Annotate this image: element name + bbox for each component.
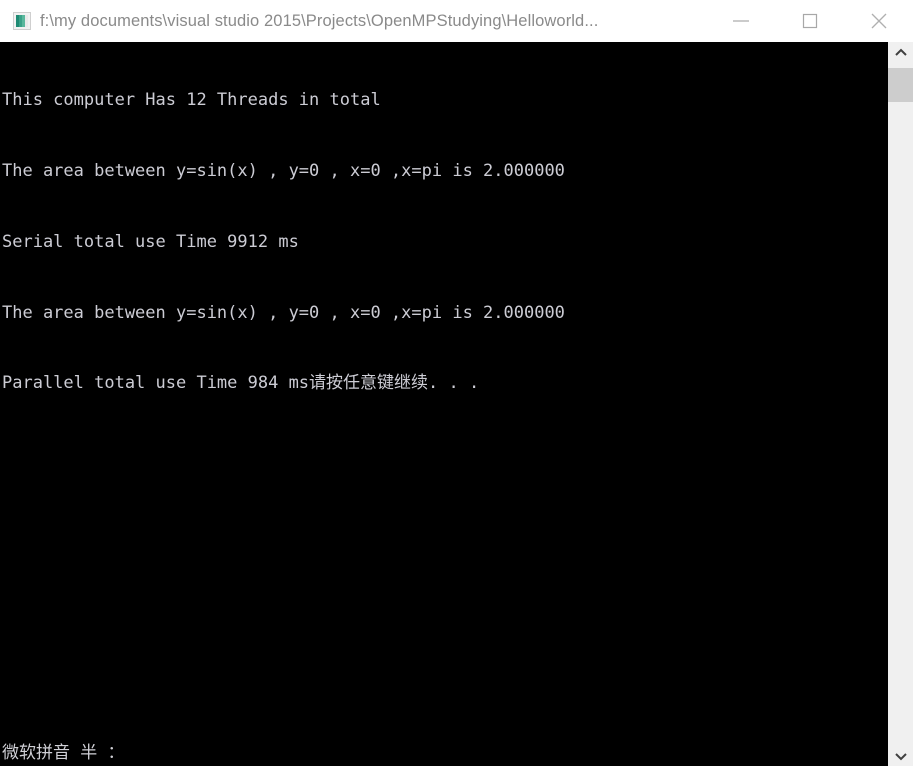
minimize-button[interactable] (706, 0, 775, 42)
console-line: The area between y=sin(x) , y=0 , x=0 ,x… (2, 302, 565, 323)
close-icon (871, 13, 886, 29)
scrollbar-thumb[interactable] (888, 68, 913, 102)
window-title: f:\my documents\visual studio 2015\Proje… (40, 12, 599, 30)
scroll-down-button[interactable] (888, 745, 913, 766)
title-bar[interactable]: f:\my documents\visual studio 2015\Proje… (0, 0, 913, 42)
chevron-up-icon (894, 48, 907, 56)
window-controls (706, 0, 913, 42)
console-text: This computer Has 12 Threads in total Th… (2, 42, 565, 443)
console-output-area[interactable]: This computer Has 12 Threads in total Th… (0, 42, 888, 766)
close-button[interactable] (844, 0, 913, 42)
chevron-down-icon (894, 752, 907, 760)
icon-stripe (25, 15, 28, 27)
ime-status-indicator: 微软拼音 半 ： (2, 743, 125, 763)
maximize-icon (802, 13, 817, 29)
console-line: The area between y=sin(x) , y=0 , x=0 ,x… (2, 160, 565, 181)
scroll-up-button[interactable] (888, 42, 913, 63)
vertical-scrollbar[interactable] (888, 42, 913, 766)
console-window: f:\my documents\visual studio 2015\Proje… (0, 0, 913, 766)
console-line: This computer Has 12 Threads in total (2, 90, 381, 111)
minimize-icon (732, 20, 749, 22)
console-line: Parallel total use Time 984 ms请按任意键继续. .… (2, 373, 480, 394)
console-app-icon[interactable] (13, 12, 31, 30)
console-line: Serial total use Time 9912 ms (2, 231, 299, 252)
maximize-button[interactable] (775, 0, 844, 42)
